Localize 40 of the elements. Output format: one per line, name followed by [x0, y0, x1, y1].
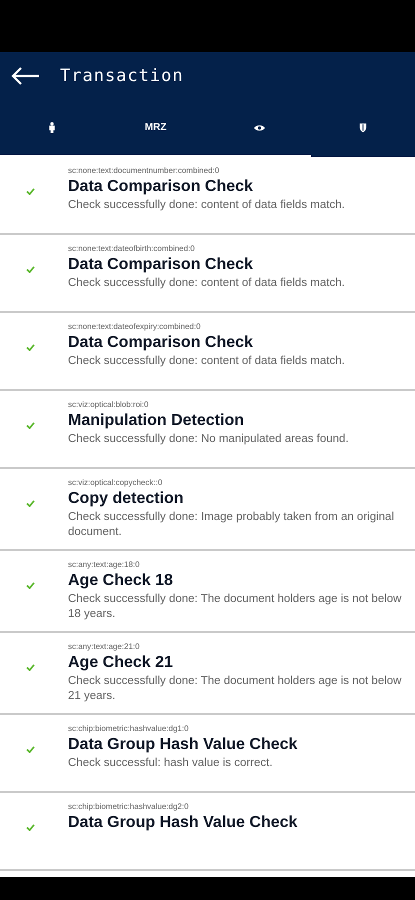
check-title: Data Group Hash Value Check	[68, 735, 298, 755]
check-code: sc:any:text:age:21:0	[68, 641, 141, 652]
check-title: Data Comparison Check	[68, 177, 254, 197]
check-description: Check successfully done: Image probably taken from an original document.	[68, 510, 396, 540]
check-description: Check successfully done: The document holders age is not below 18 years.	[68, 592, 402, 622]
check-title: Age Check 21	[68, 653, 174, 673]
check-code: sc:chip:biometric:hashvalue:dg2:0	[68, 801, 190, 812]
check-description: Check successfully done: No manipulated areas found.	[68, 432, 350, 447]
check-description: Check successful: hash value is correct.	[68, 756, 274, 771]
back-arrow-icon[interactable]	[10, 66, 40, 86]
check-row[interactable]: sc:any:text:age:18:0 Age Check 18 Check successfully done: The document holders age is not below 18 years.	[0, 551, 415, 633]
check-row[interactable]: sc:viz:optical:blob:roi:0 Manipulation Detection Check successfully done: No manipulated areas found.	[0, 391, 415, 469]
check-title: Data Comparison Check	[68, 255, 254, 275]
screen-title: Transaction	[60, 66, 184, 86]
check-code: sc:none:text:documentnumber:combined:0	[68, 165, 220, 176]
check-description: Check successfully done: content of data fields match.	[68, 198, 346, 213]
check-row[interactable]: sc:chip:biometric:hashvalue:dg2:0 Data Group Hash Value Check	[0, 793, 415, 871]
eye-icon	[254, 124, 265, 132]
check-code: sc:any:text:age:18:0	[68, 559, 141, 570]
check-title: Manipulation Detection	[68, 411, 245, 431]
check-code: sc:none:text:dateofbirth:combined:0	[68, 243, 196, 254]
check-row[interactable]: sc:any:text:age:21:0 Age Check 21 Check successfully done: The document holders age is not below 21 years.	[0, 633, 415, 715]
shield-icon	[359, 122, 368, 133]
check-row[interactable]: sc:chip:biometric:hashvalue:dg1:0 Data Group Hash Value Check Check successful: hash value is correct.	[0, 715, 415, 793]
check-description: Check successfully done: content of data fields match.	[68, 354, 346, 369]
check-code: sc:chip:biometric:hashvalue:dg1:0	[68, 723, 190, 734]
check-code: sc:viz:optical:blob:roi:0	[68, 399, 150, 410]
check-row[interactable]: sc:none:text:dateofexpiry:combined:0 Data Comparison Check Check successfully done: content of data fields match.	[0, 313, 415, 391]
check-title: Copy detection	[68, 489, 185, 509]
person-icon	[48, 122, 56, 133]
check-title: Data Group Hash Value Check	[68, 813, 298, 833]
check-title: Data Comparison Check	[68, 333, 254, 353]
check-code: sc:viz:optical:copycheck::0	[68, 477, 164, 488]
check-row[interactable]: sc:none:text:documentnumber:combined:0 Data Comparison Check Check successfully done: content of data fields match.	[0, 157, 415, 235]
check-description: Check successfully done: content of data fields match.	[68, 276, 346, 291]
check-description: Check successfully done: The document holders age is not below 21 years.	[68, 674, 402, 704]
check-title: Age Check 18	[68, 571, 174, 591]
check-code: sc:none:text:dateofexpiry:combined:0	[68, 321, 202, 332]
check-row[interactable]: sc:none:text:dateofbirth:combined:0 Data Comparison Check Check successfully done: content of data fields match.	[0, 235, 415, 313]
check-row[interactable]: sc:viz:optical:copycheck::0 Copy detection Check successfully done: Image probably taken from an original document.	[0, 469, 415, 551]
